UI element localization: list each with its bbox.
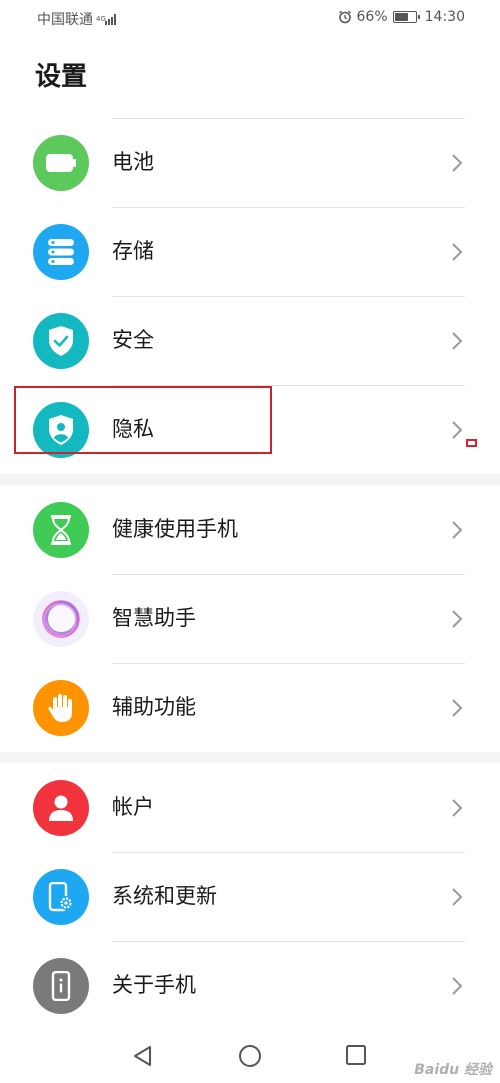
status-bar: 中国联通 4G 66% 14:30 [0, 0, 500, 36]
settings-item-label: 帐户 [112, 795, 154, 819]
chevron-right-icon [452, 521, 463, 539]
navigation-bar: Baidu 经验 [0, 1030, 500, 1083]
assistant-ring-icon [33, 591, 89, 647]
alarm-icon [338, 10, 351, 24]
settings-item-label: 隐私 [112, 417, 154, 441]
settings-item-label: 关于手机 [112, 973, 196, 997]
page-title: 设置 [35, 62, 88, 92]
settings-item-label: 安全 [112, 328, 154, 352]
battery-icon [33, 135, 89, 191]
phone-info-icon [33, 958, 89, 1014]
settings-list: 电池 存储 安全 隐私 健康使用手机 智慧助手 辅助功能 帐户 系统和更新 关于… [0, 118, 500, 1030]
annotation-marker [466, 439, 477, 447]
status-right: 66% 14:30 [338, 9, 465, 25]
status-left: 中国联通 4G [37, 9, 116, 29]
chevron-right-icon [452, 154, 463, 172]
divider [112, 207, 465, 208]
divider [112, 385, 465, 386]
back-icon[interactable] [131, 1044, 155, 1068]
chevron-right-icon [452, 699, 463, 717]
shield-check-icon [33, 313, 89, 369]
settings-item-security[interactable]: 安全 [0, 296, 500, 385]
user-icon [33, 780, 89, 836]
group-separator [0, 752, 500, 763]
chevron-right-icon [452, 799, 463, 817]
storage-icon [33, 224, 89, 280]
phone-gear-icon [33, 869, 89, 925]
settings-item-label: 存储 [112, 239, 154, 263]
chevron-right-icon [452, 243, 463, 261]
battery-status-icon [392, 11, 420, 23]
hand-icon [33, 680, 89, 736]
chevron-right-icon [452, 888, 463, 906]
divider [112, 296, 465, 297]
chevron-right-icon [452, 421, 463, 439]
watermark: Baidu 经验 [414, 1062, 492, 1078]
recents-icon[interactable] [345, 1044, 367, 1066]
hourglass-icon [33, 502, 89, 558]
chevron-right-icon [452, 332, 463, 350]
chevron-right-icon [452, 977, 463, 995]
battery-percent: 66% [356, 9, 388, 25]
home-icon[interactable] [238, 1044, 262, 1068]
signal-icon [105, 13, 116, 25]
settings-item-account[interactable]: 帐户 [0, 763, 500, 852]
settings-item-label: 智慧助手 [112, 606, 196, 630]
clock: 14:30 [424, 9, 465, 25]
settings-item-privacy[interactable]: 隐私 [0, 385, 500, 474]
settings-item-label: 系统和更新 [112, 884, 217, 908]
privacy-shield-icon [33, 402, 89, 458]
battery-fill [394, 13, 408, 21]
network-type: 4G [96, 14, 106, 23]
group-separator [0, 474, 500, 485]
settings-item-accessibility[interactable]: 辅助功能 [0, 663, 500, 752]
divider [112, 118, 465, 119]
settings-item-digital-balance[interactable]: 健康使用手机 [0, 485, 500, 574]
chevron-right-icon [452, 610, 463, 628]
carrier-name: 中国联通 [37, 12, 93, 28]
settings-item-label: 健康使用手机 [112, 517, 238, 541]
settings-item-about-phone[interactable]: 关于手机 [0, 941, 500, 1030]
settings-item-label: 电池 [112, 150, 154, 174]
settings-item-system-update[interactable]: 系统和更新 [0, 852, 500, 941]
settings-item-label: 辅助功能 [112, 695, 196, 719]
settings-item-storage[interactable]: 存储 [0, 207, 500, 296]
settings-item-smart-assistant[interactable]: 智慧助手 [0, 574, 500, 663]
settings-item-battery[interactable]: 电池 [0, 118, 500, 207]
